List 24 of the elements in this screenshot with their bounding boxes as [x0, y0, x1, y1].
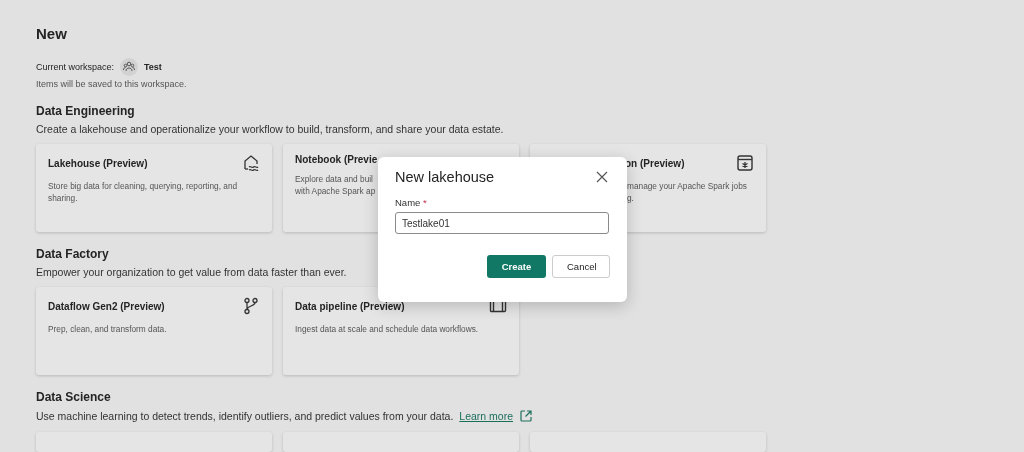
card-title: Dataflow Gen2 (Preview) [48, 300, 165, 312]
section-heading: Data Engineering [36, 103, 136, 119]
field-label: Name * [395, 197, 427, 208]
page-title: New [36, 24, 68, 44]
card-description: Store big data for cleaning, querying, reporting, and [48, 180, 238, 192]
card-description: sharing. [48, 192, 78, 204]
section-description: Empower your organization to get value from data faster than ever. [36, 266, 347, 278]
workspace-label: Current workspace: [36, 62, 115, 72]
card-title: Lakehouse (Preview) [48, 157, 148, 169]
dialog-title: New lakehouse [395, 169, 495, 185]
card-title: Notebook (Previe [295, 154, 378, 165]
card-description: g. [627, 192, 634, 204]
section-heading: Data Science [36, 389, 112, 405]
card-description: manage your Apache Spark jobs [627, 180, 747, 192]
workspace-name: Test [144, 62, 162, 72]
section-description: Create a lakehouse and operationalize your workflow to build, transform, and share your data estate. [36, 123, 504, 135]
section-heading: Data Factory [36, 246, 110, 262]
card-title: Data pipeline (Preview) [295, 300, 405, 312]
card-description: with Apache Spark ap [295, 185, 376, 197]
card-description: Ingest data at scale and schedule data workflows. [295, 323, 479, 335]
card-description: Explore data and buil [295, 173, 373, 185]
card-description: Prep, clean, and transform data. [48, 323, 167, 335]
workspace-note: Items will be saved to this workspace. [36, 79, 188, 89]
section-description: Use machine learning to detect trends, identify outliers, and predict values from your data. [36, 410, 454, 422]
